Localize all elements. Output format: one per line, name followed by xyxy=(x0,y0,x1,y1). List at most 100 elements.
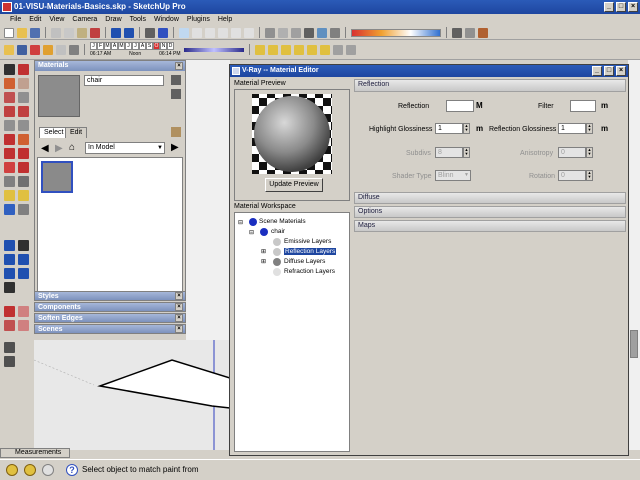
vray-maximize-button[interactable]: □ xyxy=(604,66,614,76)
reflection-map-button[interactable]: M xyxy=(476,101,483,110)
front-view-icon[interactable] xyxy=(205,27,215,38)
hilight-gloss-input[interactable]: 1 xyxy=(435,123,463,134)
refl-gloss-input[interactable]: 1 xyxy=(558,123,586,134)
month-o[interactable]: O xyxy=(153,42,160,50)
scenes-panel-header[interactable]: Scenes × xyxy=(34,324,186,334)
refl-gloss-map-button[interactable]: m xyxy=(601,124,608,133)
vray-close-button[interactable]: × xyxy=(616,66,626,76)
menu-help[interactable]: Help xyxy=(214,14,236,26)
circle-icon[interactable] xyxy=(4,106,15,117)
menu-file[interactable]: File xyxy=(6,14,25,26)
model-info-icon[interactable] xyxy=(158,27,168,38)
shader-type-select[interactable]: Blinn ▼ xyxy=(435,170,471,181)
undo-icon[interactable] xyxy=(111,27,121,38)
month-n[interactable]: N xyxy=(160,42,167,50)
expand-icon[interactable]: ⊞ xyxy=(261,248,266,255)
section-icon[interactable] xyxy=(280,44,291,55)
paint-bucket-icon[interactable] xyxy=(30,44,40,55)
menu-edit[interactable]: Edit xyxy=(25,14,45,26)
shaded-icon[interactable] xyxy=(304,27,314,38)
footprint-icon[interactable] xyxy=(4,342,15,353)
offset-icon[interactable] xyxy=(18,162,29,173)
collapse-icon[interactable]: ⊟ xyxy=(249,229,254,236)
monochrome-icon[interactable] xyxy=(330,27,340,38)
menu-tools[interactable]: Tools xyxy=(126,14,150,26)
plugin-icon-4[interactable] xyxy=(332,44,343,55)
save2-icon[interactable] xyxy=(17,44,27,55)
position-camera-icon[interactable] xyxy=(4,282,15,293)
styles-panel-header[interactable]: Styles × xyxy=(34,291,186,301)
polygon-icon[interactable] xyxy=(4,120,15,131)
back-view-icon[interactable] xyxy=(231,27,241,38)
maps-section-header[interactable]: Maps xyxy=(354,220,626,232)
zoom-window-icon[interactable] xyxy=(18,254,29,265)
options-section-header[interactable]: Options xyxy=(354,206,626,218)
vray-minimize-button[interactable]: _ xyxy=(592,66,602,76)
expand-icon[interactable]: ⊞ xyxy=(261,258,266,265)
month-m[interactable]: M xyxy=(104,42,111,50)
wireframe-icon[interactable] xyxy=(278,27,288,38)
menu-view[interactable]: View xyxy=(45,14,68,26)
select-icon[interactable] xyxy=(43,44,53,55)
line-icon[interactable] xyxy=(18,92,29,103)
modeling-viewport-right[interactable] xyxy=(628,60,640,450)
credits-icon[interactable] xyxy=(24,464,36,476)
rotation-spinner[interactable]: ▲ ▼ xyxy=(586,170,593,181)
hidden-line-icon[interactable] xyxy=(291,27,301,38)
print-icon[interactable] xyxy=(145,27,155,38)
materials-close-icon[interactable]: × xyxy=(175,62,183,70)
menu-plugins[interactable]: Plugins xyxy=(183,14,214,26)
filter-map-button[interactable]: m xyxy=(601,101,608,110)
month-j2[interactable]: J xyxy=(125,42,132,50)
text-icon[interactable] xyxy=(18,190,29,201)
render-settings-icon[interactable] xyxy=(465,27,475,38)
modeling-viewport-lower[interactable] xyxy=(33,340,231,450)
time-slider[interactable] xyxy=(183,47,244,52)
rotation-input[interactable]: 0 xyxy=(558,170,586,181)
refl-gloss-spinner[interactable]: ▲ ▼ xyxy=(586,123,593,134)
month-m2[interactable]: M xyxy=(118,42,125,50)
arc-icon[interactable] xyxy=(18,106,29,117)
minimize-button[interactable]: _ xyxy=(604,2,614,12)
tab-edit[interactable]: Edit xyxy=(65,127,88,138)
previous-view-icon[interactable] xyxy=(18,268,29,279)
sample-paint-icon[interactable] xyxy=(171,89,181,99)
maximize-button[interactable]: □ xyxy=(616,2,626,12)
left-view-icon[interactable] xyxy=(244,27,254,38)
move-icon[interactable] xyxy=(4,134,15,145)
plugin-icon-5[interactable] xyxy=(345,44,356,55)
layers-icon[interactable] xyxy=(69,44,79,55)
month-s[interactable]: S xyxy=(146,42,153,50)
create-material-icon[interactable] xyxy=(171,75,181,85)
render-icon[interactable] xyxy=(452,27,462,38)
month-a2[interactable]: A xyxy=(139,42,146,50)
protractor-icon[interactable] xyxy=(4,190,15,201)
erase-icon[interactable] xyxy=(90,27,100,38)
3d-text-icon[interactable] xyxy=(18,204,29,215)
measurements-box[interactable]: Measurements xyxy=(0,448,70,458)
zoom-extents-icon[interactable] xyxy=(4,268,15,279)
material-name-input[interactable]: chair xyxy=(84,75,164,86)
open-folder-icon[interactable] xyxy=(17,27,27,38)
user-icon[interactable] xyxy=(42,464,54,476)
new-file-icon[interactable] xyxy=(4,27,14,38)
redo-icon[interactable] xyxy=(124,27,134,38)
forward-arrow-icon[interactable]: ▶ xyxy=(55,143,63,154)
month-d[interactable]: D xyxy=(167,42,174,50)
month-selector[interactable]: J F M A M J J A S O N D xyxy=(90,42,181,50)
vray-frame-icon[interactable] xyxy=(478,27,488,38)
axes-icon[interactable] xyxy=(4,204,15,215)
freehand-icon[interactable] xyxy=(18,120,29,131)
tree-refraction-layers[interactable]: Refraction Layers xyxy=(284,268,335,275)
collection-dropdown[interactable]: In Model ▼ xyxy=(85,142,165,154)
tape-measure-icon[interactable] xyxy=(4,176,15,187)
subdivs-input[interactable]: 8 xyxy=(435,147,463,158)
zoom-icon[interactable] xyxy=(4,254,15,265)
soften-edges-panel-header[interactable]: Soften Edges × xyxy=(34,313,186,323)
tree-diffuse-layers[interactable]: Diffuse Layers xyxy=(284,258,325,265)
xray-icon[interactable] xyxy=(265,27,275,38)
help-question-icon[interactable]: ? xyxy=(66,464,78,476)
scenes-close-icon[interactable]: × xyxy=(175,325,183,333)
filter-color-swatch[interactable] xyxy=(570,100,596,112)
tree-scene-materials[interactable]: Scene Materials xyxy=(259,218,306,225)
